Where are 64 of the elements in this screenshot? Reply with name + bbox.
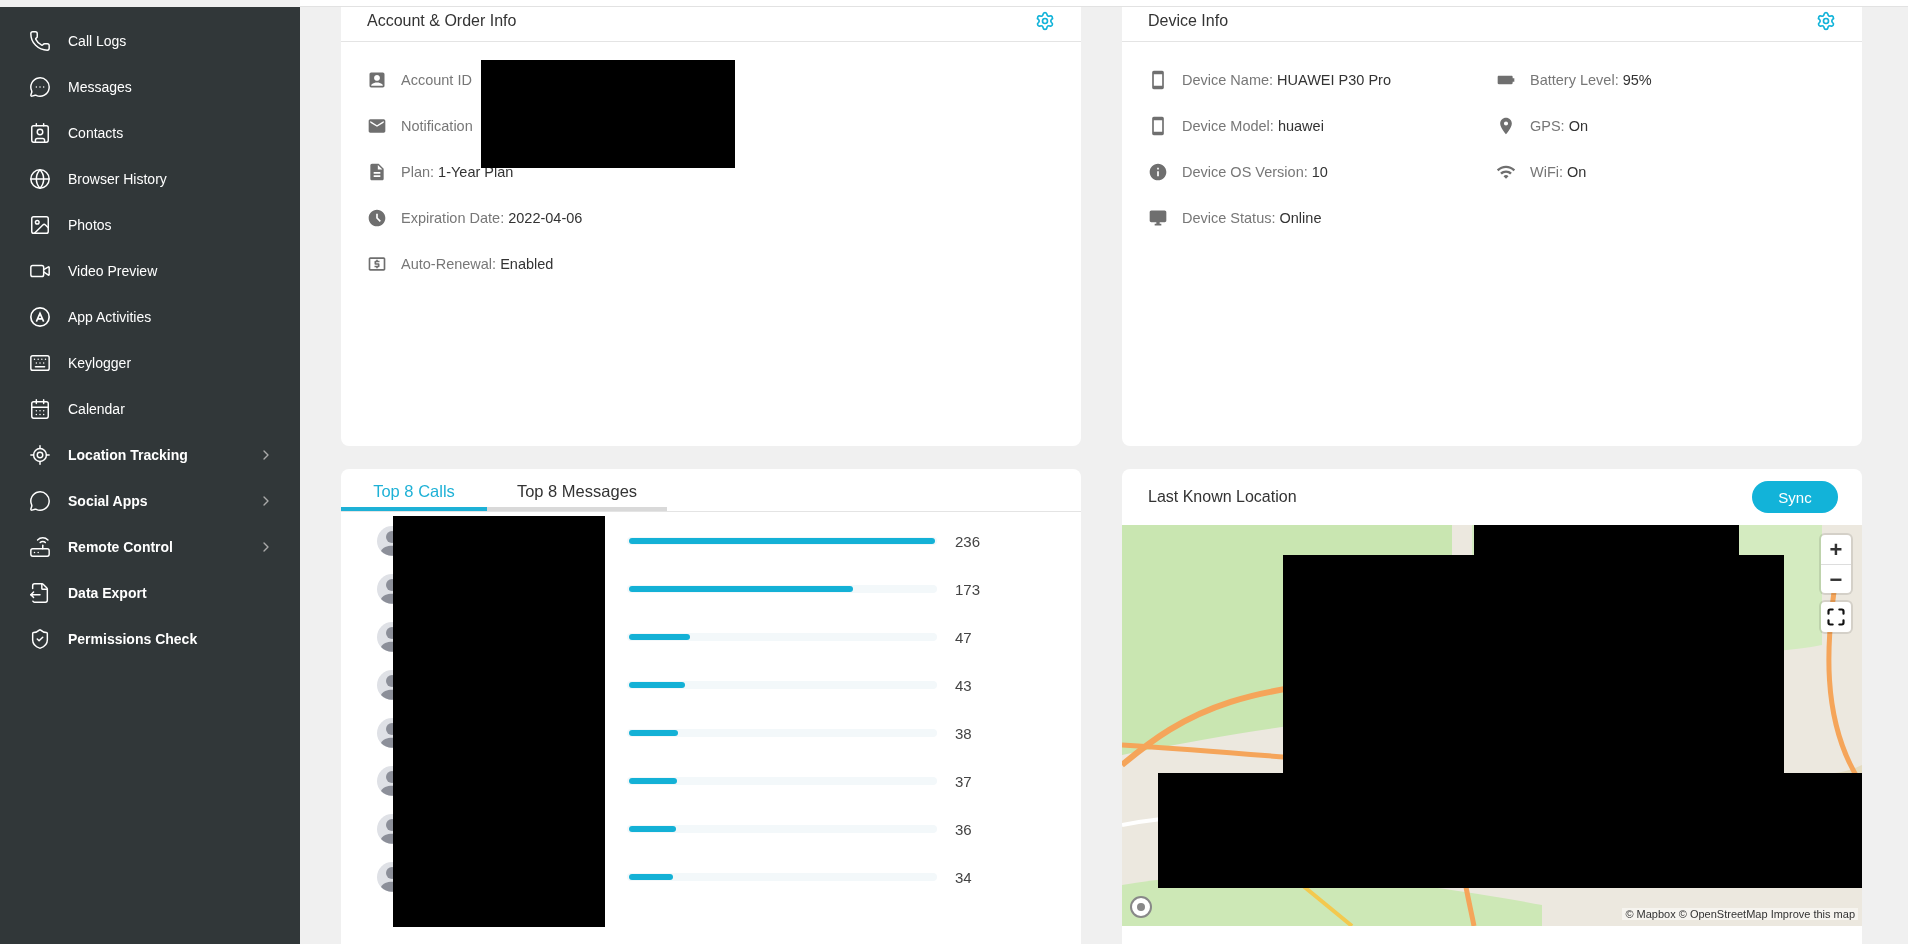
sidebar-item[interactable]: Social Apps (0, 478, 300, 524)
clock-icon (367, 208, 387, 228)
info-text: Device Name: HUAWEI P30 Pro (1182, 72, 1391, 88)
map-attribution: © Mapbox © OpenStreetMap Improve this map (1622, 908, 1858, 920)
app-store-icon (29, 306, 51, 328)
info-text: Expiration Date: 2022-04-06 (401, 210, 583, 226)
info-text: Device Model: huawei (1182, 118, 1324, 134)
file-export-icon (29, 582, 51, 604)
zoom-in-button[interactable]: + (1821, 535, 1851, 564)
sidebar-item[interactable]: Browser History (0, 156, 300, 202)
sidebar-item[interactable]: Remote Control (0, 524, 300, 570)
speech-bubble-icon (29, 490, 51, 512)
sidebar-item[interactable]: Messages (0, 64, 300, 110)
call-count: 47 (955, 628, 972, 646)
chat-bubble-icon (29, 76, 51, 98)
contact-card-icon (29, 122, 51, 144)
info-text: WiFi: On (1530, 164, 1587, 180)
sidebar-item[interactable]: Video Preview (0, 248, 300, 294)
money-icon (367, 254, 387, 274)
card-title: Device Info (1148, 11, 1229, 30)
router-icon (29, 536, 51, 558)
info-icon (1148, 162, 1168, 182)
call-count: 173 (955, 580, 981, 598)
tab[interactable]: Top 8 Messages (487, 469, 667, 511)
info-text: Device Status: Online (1182, 210, 1322, 226)
info-text: Battery Level: 95% (1530, 72, 1652, 88)
document-icon (367, 162, 387, 182)
sidebar-item[interactable]: Permissions Check (0, 616, 300, 662)
call-count: 37 (955, 772, 972, 790)
shield-icon (29, 628, 51, 650)
sidebar-item[interactable]: Keylogger (0, 340, 300, 386)
monitor-icon (1148, 208, 1168, 228)
sidebar-item[interactable]: Calendar (0, 386, 300, 432)
call-count: 38 (955, 724, 972, 742)
phone-icon (29, 30, 51, 52)
keyboard-icon (29, 352, 51, 374)
envelope-icon (367, 116, 387, 136)
sidebar-item[interactable]: App Activities (0, 294, 300, 340)
call-count: 43 (955, 676, 972, 694)
sidebar-item[interactable]: Data Export (0, 570, 300, 616)
card-title: Last Known Location (1148, 488, 1297, 506)
info-text: GPS: On (1530, 118, 1589, 134)
info-text: Account ID (401, 72, 472, 88)
image-icon (29, 214, 51, 236)
settings-icon[interactable] (1035, 11, 1055, 31)
fullscreen-icon (1826, 607, 1846, 627)
target-icon (29, 444, 51, 466)
info-text: Auto-Renewal: Enabled (401, 256, 554, 272)
call-count: 236 (955, 532, 981, 550)
info-text: Device OS Version: 10 (1182, 164, 1328, 180)
user-icon (367, 70, 387, 90)
call-count: 36 (955, 820, 972, 838)
sidebar-item[interactable]: Call Logs (0, 18, 300, 64)
sidebar-item[interactable]: Photos (0, 202, 300, 248)
settings-icon[interactable] (1816, 11, 1836, 31)
globe-icon (29, 168, 51, 190)
call-count: 34 (955, 868, 972, 886)
card-title: Account & Order Info (367, 11, 517, 30)
fullscreen-button[interactable] (1821, 602, 1851, 632)
zoom-out-button[interactable]: − (1821, 564, 1851, 593)
info-text: Notification (401, 118, 473, 134)
calendar-icon (29, 398, 51, 420)
sidebar-item[interactable]: Contacts (0, 110, 300, 156)
sidebar-item[interactable]: Location Tracking (0, 432, 300, 478)
